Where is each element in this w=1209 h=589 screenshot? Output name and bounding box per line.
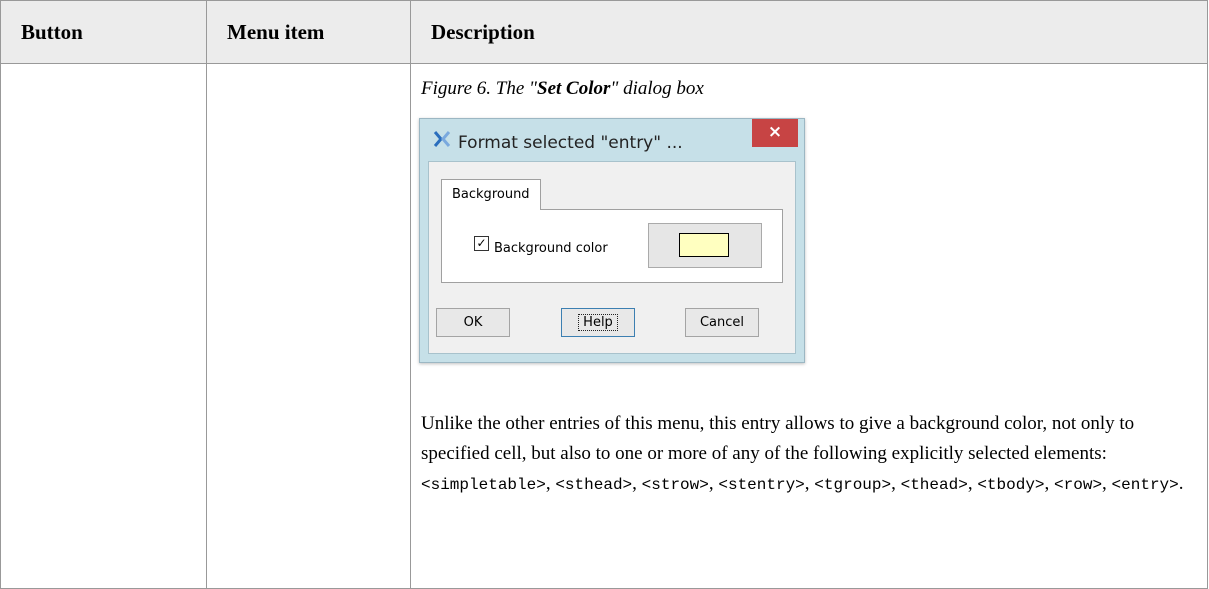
caption-emphasis: Set Color <box>537 78 611 99</box>
close-icon: × <box>767 122 783 142</box>
background-color-label: Background color <box>494 241 608 256</box>
element-code: <thead> <box>900 476 968 494</box>
separator: , <box>891 473 901 494</box>
color-picker-button[interactable] <box>648 223 762 268</box>
dialog-title: Format selected "entry" ... <box>458 133 683 153</box>
element-code: <simpletable> <box>421 476 546 494</box>
separator: , <box>1044 473 1055 494</box>
tab-background[interactable]: Background <box>441 179 541 210</box>
element-code: <strow> <box>641 476 709 494</box>
background-color-checkbox[interactable]: ✓ <box>474 236 489 251</box>
xmlmind-icon <box>433 131 451 147</box>
help-button[interactable]: Help <box>561 308 635 337</box>
cancel-button[interactable]: Cancel <box>685 308 759 337</box>
menu-item-cell <box>206 63 411 589</box>
color-swatch <box>679 233 729 257</box>
separator: , <box>708 473 719 494</box>
element-code: <sthead> <box>555 476 633 494</box>
caption-prefix: Figure 6. The " <box>421 78 537 99</box>
help-button-label: Help <box>578 314 618 331</box>
separator: , <box>804 473 815 494</box>
dialog-titlebar: Format selected "entry" ... × <box>420 119 804 159</box>
set-color-dialog: Format selected "entry" ... × Background… <box>419 118 805 363</box>
button-cell <box>0 63 207 589</box>
paragraph-text: Unlike the other entries of this menu, t… <box>421 413 1135 464</box>
reference-table: Button Menu item Description Figure 6. T… <box>0 0 1208 589</box>
caption-suffix: " dialog box <box>610 78 704 99</box>
separator: . <box>1178 473 1184 494</box>
separator: , <box>545 473 556 494</box>
element-code: <stentry> <box>718 476 805 494</box>
figure-caption: Figure 6. The "Set Color" dialog box <box>421 74 1187 104</box>
separator: , <box>632 473 642 494</box>
ok-button[interactable]: OK <box>436 308 510 337</box>
element-code: <tgroup> <box>814 476 892 494</box>
element-code: <entry> <box>1111 476 1179 494</box>
element-code: <tbody> <box>977 476 1045 494</box>
separator: , <box>967 473 978 494</box>
header-description: Description <box>410 0 1208 64</box>
dialog-client: Background ✓ Background color OK Help Ca… <box>428 161 796 354</box>
header-menu-item: Menu item <box>206 0 411 64</box>
header-button: Button <box>0 0 207 64</box>
element-code: <row> <box>1054 476 1103 494</box>
description-paragraph: Unlike the other entries of this menu, t… <box>421 409 1187 500</box>
table-row: Figure 6. The "Set Color" dialog box For… <box>0 63 1208 589</box>
separator: , <box>1102 473 1112 494</box>
close-button[interactable]: × <box>752 119 798 147</box>
tab-panel: ✓ Background color <box>441 209 783 283</box>
header-row: Button Menu item Description <box>0 0 1208 64</box>
description-cell: Figure 6. The "Set Color" dialog box For… <box>410 63 1208 589</box>
